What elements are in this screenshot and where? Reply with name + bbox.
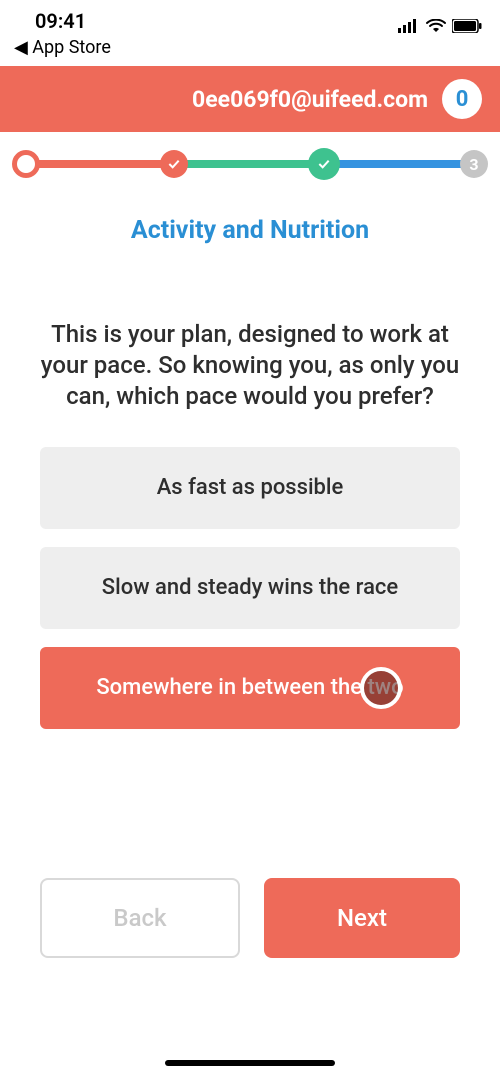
next-button[interactable]: Next bbox=[264, 878, 460, 958]
option-slow[interactable]: Slow and steady wins the race bbox=[40, 547, 460, 629]
back-to-appstore[interactable]: ◀ App Store bbox=[0, 35, 500, 66]
home-indicator[interactable] bbox=[165, 1060, 335, 1066]
status-indicators bbox=[398, 19, 482, 33]
step-node-start bbox=[12, 150, 40, 178]
step-node-3: 3 bbox=[460, 150, 488, 178]
section-title: Activity and Nutrition bbox=[0, 216, 500, 245]
check-icon bbox=[316, 156, 332, 172]
signal-icon bbox=[398, 19, 420, 33]
option-fast[interactable]: As fast as possible bbox=[40, 447, 460, 529]
step-node-2 bbox=[308, 148, 340, 180]
header-badge[interactable]: 0 bbox=[442, 79, 482, 119]
option-between[interactable]: Somewhere in between the two bbox=[40, 647, 460, 729]
progress-stepper: 3 bbox=[0, 146, 500, 196]
header-email: 0ee069f0@uifeed.com bbox=[192, 86, 428, 113]
wifi-icon bbox=[426, 19, 446, 33]
status-bar: 09:41 bbox=[0, 0, 500, 35]
question-section: This is your plan, designed to work at y… bbox=[0, 319, 500, 729]
stepper-nodes: 3 bbox=[16, 150, 484, 180]
option-label: Slow and steady wins the race bbox=[102, 575, 398, 600]
step-node-1 bbox=[160, 150, 188, 178]
question-text: This is your plan, designed to work at y… bbox=[40, 319, 460, 413]
back-button[interactable]: Back bbox=[40, 878, 240, 958]
header-bar: 0ee069f0@uifeed.com 0 bbox=[0, 66, 500, 132]
option-label: Somewhere in between the two bbox=[96, 675, 403, 700]
check-icon bbox=[166, 156, 182, 172]
footer-actions: Back Next bbox=[0, 878, 500, 958]
option-label: As fast as possible bbox=[157, 475, 344, 500]
battery-icon bbox=[452, 19, 482, 33]
status-time: 09:41 bbox=[35, 9, 86, 33]
